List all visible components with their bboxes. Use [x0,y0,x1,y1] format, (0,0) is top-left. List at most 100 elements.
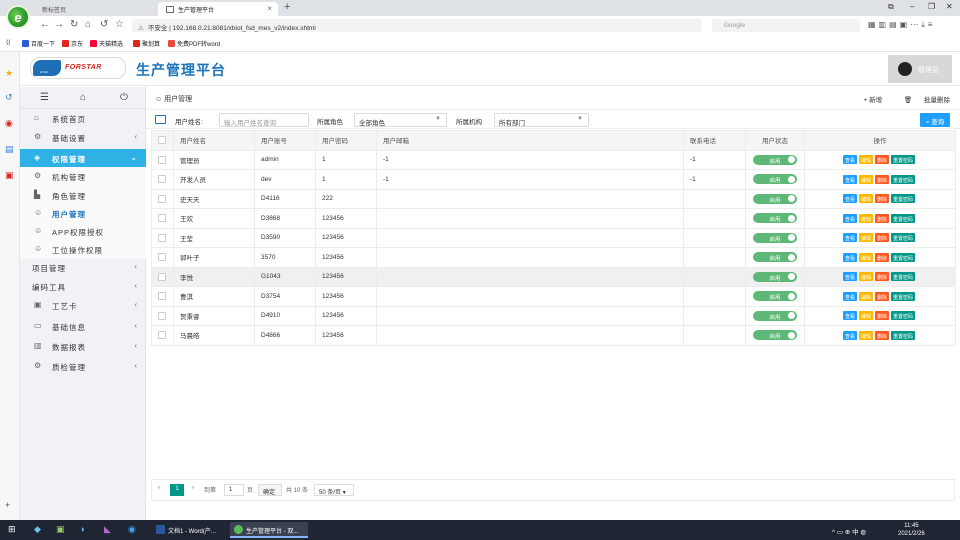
status-toggle[interactable]: 启用 [753,330,797,341]
checkbox[interactable] [158,292,166,301]
forward-icon[interactable]: → [54,19,64,30]
app-icon[interactable]: ▣ [56,524,65,535]
weibo-icon[interactable]: ◉ [5,118,13,129]
table-row[interactable]: 李悦 G1043 123456 启用 查看 编辑 删除 重置密码 [151,266,956,287]
power-icon[interactable]: ⏻ [120,92,128,103]
edit-button[interactable]: 编辑 [858,311,873,321]
page-number-input[interactable]: 1 [224,484,244,496]
sidebar-item-station-perm[interactable]: ☺ 工位操作权限 [20,240,146,259]
status-toggle[interactable]: 启用 [753,232,797,243]
edge-icon[interactable]: ◉ [128,524,136,535]
view-button[interactable]: 查看 [842,213,857,223]
table-row[interactable]: 开发人员 dev 1 -1 -1 启用 查看 编辑 删除 重置密码 [151,169,956,190]
home-icon[interactable]: ⌂ [85,19,91,30]
checkbox[interactable] [158,155,166,164]
reset-password-button[interactable]: 重置密码 [891,194,916,204]
view-button[interactable]: 查看 [842,272,857,282]
bookmark-tmall[interactable]: 天猫精选 [90,39,123,48]
system-tray[interactable]: ^ ▭ ⊕ 中 ◍ [832,526,866,536]
favorites-icon[interactable]: ★ [5,68,13,79]
delete-button[interactable]: 删除 [875,272,890,282]
delete-button[interactable]: 删除 [875,194,890,204]
table-row[interactable]: 王莹 D3590 123456 启用 查看 编辑 删除 重置密码 [151,227,956,248]
checkbox[interactable] [158,272,166,281]
checkbox[interactable] [158,194,166,203]
edit-button[interactable]: 编辑 [858,233,873,243]
view-button[interactable]: 查看 [842,330,857,340]
view-button[interactable]: 查看 [842,291,857,301]
sidebar-item-process-card[interactable]: ▣ 工艺卡 ‹ [20,296,146,315]
checkbox[interactable] [158,175,166,184]
table-row[interactable]: 王欢 D3868 123456 启用 查看 编辑 删除 重置密码 [151,208,956,229]
view-button[interactable]: 查看 [842,155,857,165]
delete-button[interactable]: 删除 [875,330,890,340]
reset-password-button[interactable]: 重置密码 [891,311,916,321]
checkbox[interactable] [158,136,166,145]
bookmark-pdf[interactable]: 免费PDF转word [168,39,220,48]
undo-icon[interactable]: ↺ [100,19,108,30]
view-button[interactable]: 查看 [842,174,857,184]
status-toggle[interactable]: 启用 [753,213,797,224]
back-icon[interactable]: ← [40,19,50,30]
status-toggle[interactable]: 启用 [753,291,797,302]
checkbox[interactable] [158,253,166,262]
sidebar-item-user[interactable]: ☺ 用户管理 [20,204,146,223]
table-row[interactable]: 曹淇 D3754 123456 启用 查看 编辑 删除 重置密码 [151,286,956,307]
add-button[interactable]: + 新增 [864,97,883,104]
sidebar-item-base-info[interactable]: ▭ 基础信息 ‹ [20,317,146,336]
sidebar-item-org[interactable]: ⚙ 机构管理 [20,167,146,186]
view-button[interactable]: 查看 [842,233,857,243]
checkbox[interactable] [158,311,166,320]
prev-page-icon[interactable]: ‹ [158,485,160,491]
sidebar-item-role[interactable]: ▙ 角色管理 [20,186,146,205]
checkbox[interactable] [158,214,166,223]
menu-icon[interactable]: ☰ [40,92,49,103]
reload-icon[interactable]: ↻ [70,19,78,30]
row-checkbox-cell[interactable] [151,208,174,229]
sidebar-item-home[interactable]: ⌂ 系统首页 [20,109,146,128]
minimize-icon[interactable]: – [910,2,914,11]
delete-button[interactable]: 删除 [875,174,890,184]
edit-button[interactable]: 编辑 [858,252,873,262]
checkbox[interactable] [158,233,166,242]
sidebar-item-project[interactable]: 项目管理 ‹ [20,258,146,277]
clock[interactable]: 11:45 2021/2/26 [898,522,925,538]
sidebar-item-app-auth[interactable]: ☺ APP权限授权 [20,222,146,241]
batch-delete-button[interactable]: 🗑 批量删除 [894,97,950,104]
maximize-icon[interactable]: ❐ [928,2,935,11]
app-icon[interactable]: ◣ [104,524,111,535]
reset-password-button[interactable]: 重置密码 [891,330,916,340]
window-restore-icon[interactable]: ⧉ [888,2,894,12]
sidebar-item-base-settings[interactable]: ⚙ 基础设置 ‹ [20,128,146,147]
search-input[interactable]: Google [712,19,860,32]
new-tab-button[interactable]: + [284,1,290,13]
browser-logo-icon[interactable]: e [6,5,30,29]
edit-button[interactable]: 编辑 [858,330,873,340]
next-page-icon[interactable]: › [192,485,194,491]
delete-button[interactable]: 删除 [875,311,890,321]
edit-button[interactable]: 编辑 [858,174,873,184]
taskbar-word[interactable]: 文档1 - Word(产... [152,522,228,538]
close-window-icon[interactable]: ✕ [946,2,953,11]
row-checkbox-cell[interactable] [151,266,174,287]
delete-button[interactable]: 删除 [875,252,890,262]
sidebar-item-code-tools[interactable]: 编码工具 ‹ [20,277,146,296]
reset-password-button[interactable]: 重置密码 [891,174,916,184]
add-icon[interactable]: + [5,500,10,510]
taskbar-browser[interactable]: 生产管理平台 - 双... [230,522,308,538]
app-icon[interactable]: ▣ [5,170,14,181]
view-button[interactable]: 查看 [842,252,857,262]
browser-tab-active[interactable]: 生产管理平台 × [158,2,278,16]
close-tab-icon[interactable]: × [267,4,272,13]
row-checkbox-cell[interactable] [151,169,174,190]
delete-button[interactable]: 删除 [875,291,890,301]
reset-password-button[interactable]: 重置密码 [891,272,916,282]
status-toggle[interactable]: 启用 [753,252,797,263]
search-app-icon[interactable]: ◆ [34,524,41,535]
edit-button[interactable]: 编辑 [858,291,873,301]
status-toggle[interactable]: 启用 [753,154,797,165]
bookmark-jd[interactable]: 京东 [62,39,83,48]
row-checkbox-cell[interactable] [151,247,174,268]
view-button[interactable]: 查看 [842,311,857,321]
toolbar-icons[interactable]: ▦▥▤▣⋯⤓≡ [868,20,935,30]
